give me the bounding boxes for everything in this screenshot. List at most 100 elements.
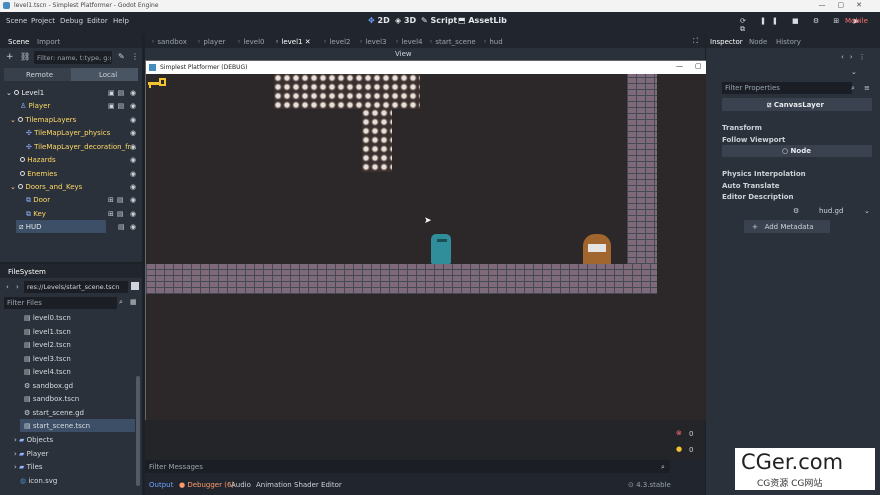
tab-start-scene[interactable]: ◦ start_scene (429, 38, 476, 46)
workspace-3d-button[interactable]: ◈ 3D (395, 16, 416, 25)
tab-inspector[interactable]: Inspector (710, 38, 743, 46)
prop-editor-description[interactable]: Editor Description (722, 193, 794, 201)
visibility-eye-icon[interactable]: ◉ (130, 210, 136, 218)
window-controls[interactable]: —▢✕ (819, 1, 874, 9)
visibility-eye-icon[interactable]: ◉ (130, 183, 136, 191)
tree-node-door[interactable]: ⧉ Door (26, 196, 50, 205)
menu-editor[interactable]: Editor (87, 17, 108, 25)
tab-level3[interactable]: ◦ level3 (359, 38, 386, 46)
remote-tab[interactable]: Remote (4, 68, 71, 81)
file-item[interactable]: ⚙ sandbox.gd (24, 382, 73, 390)
tab-filesystem[interactable]: FileSystem (8, 268, 46, 276)
tree-node-level1[interactable]: ⌄ Level1 (6, 89, 44, 97)
prop-transform[interactable]: Transform (722, 124, 762, 132)
node-badges-icon[interactable]: ⊞▤ (108, 196, 126, 204)
prop-physics-interpolation[interactable]: Physics Interpolation (722, 170, 806, 178)
menu-debug[interactable]: Debug (60, 17, 83, 25)
tree-node-hazards[interactable]: Hazards (20, 156, 56, 164)
script-value[interactable]: hud.gd (819, 207, 843, 215)
inspector-search-input[interactable]: Filter Properties (722, 82, 852, 94)
renderer-select[interactable]: Mobile (845, 17, 868, 25)
file-item[interactable]: ▤ level4.tscn (24, 368, 71, 376)
node-badges-icon[interactable]: ▤ (118, 223, 128, 231)
workspace-2d-button[interactable]: ✥ 2D (368, 16, 390, 25)
tab-import[interactable]: Import (37, 38, 60, 46)
folder-item[interactable]: › ▰ Objects (14, 436, 53, 444)
distraction-free-icon[interactable]: ⛶ (693, 37, 698, 46)
node-badges-icon[interactable]: ▣▤ (108, 89, 127, 97)
visibility-eye-icon[interactable]: ◉ (130, 143, 136, 151)
add-node-icon[interactable]: + (6, 52, 14, 62)
tab-scene[interactable]: Scene (8, 38, 29, 46)
tab-output[interactable]: Output (149, 481, 173, 489)
more-options-icon[interactable]: ⋮ (131, 52, 139, 61)
visibility-eye-icon[interactable]: ◉ (130, 170, 136, 178)
visibility-eye-icon[interactable]: ◉ (130, 129, 136, 137)
file-item[interactable]: ⚙ start_scene.gd (24, 409, 84, 417)
toolbar-view-menu[interactable]: View (395, 50, 412, 58)
visibility-eye-icon[interactable]: ◉ (130, 196, 136, 204)
forward-arrow-icon[interactable]: › (16, 283, 19, 291)
file-item[interactable]: ▤ level3.tscn (24, 355, 71, 363)
file-item[interactable]: ▤ level1.tscn (24, 328, 71, 336)
tab-level4[interactable]: ◦ level4 (395, 38, 422, 46)
filesystem-filter-input[interactable]: Filter Files (4, 297, 117, 309)
local-tab[interactable]: Local (71, 68, 138, 81)
node-badges-icon[interactable]: ▣▤ (108, 102, 127, 110)
tab-level1[interactable]: ◦ level1 ✕ (275, 38, 311, 46)
menu-scene[interactable]: Scene (6, 17, 27, 25)
tab-animation[interactable]: Animation (256, 481, 292, 489)
chevron-down-icon[interactable]: ⌄ (851, 68, 857, 76)
prop-auto-translate[interactable]: Auto Translate (722, 182, 780, 190)
link-icon[interactable]: ⛓ (20, 52, 30, 61)
scene-filter-input[interactable]: Filter: name, t:type, g:group (34, 51, 112, 64)
back-arrow-icon[interactable]: ‹ (6, 283, 9, 291)
sort-icon[interactable]: ▦ (130, 298, 137, 306)
tab-player[interactable]: ◦ player (197, 38, 225, 46)
tree-node-doors-and-keys[interactable]: ⌄ Doors_and_Keys (10, 183, 82, 191)
tree-node-player[interactable]: ♙ Player (20, 102, 50, 110)
file-item[interactable]: ▤ level0.tscn (24, 314, 71, 322)
file-item[interactable]: ▤ sandbox.tscn (24, 395, 79, 403)
workspace-script-button[interactable]: ✎ Script (421, 16, 457, 25)
visibility-eye-icon[interactable]: ◉ (130, 89, 136, 97)
visibility-eye-icon[interactable]: ◉ (130, 223, 136, 231)
filesystem-scrollbar[interactable] (136, 376, 140, 486)
tab-audio[interactable]: Audio (231, 481, 251, 489)
menu-project[interactable]: Project (31, 17, 55, 25)
split-view-icon[interactable] (131, 282, 139, 290)
game-view[interactable]: ➤ (146, 74, 734, 420)
menu-help[interactable]: Help (113, 17, 129, 25)
tree-node-key[interactable]: ⧉ Key (26, 210, 46, 219)
tree-node-enemies[interactable]: Enemies (20, 170, 57, 178)
tab-level2[interactable]: ◦ level2 (323, 38, 350, 46)
file-item[interactable]: ▤ level2.tscn (24, 341, 71, 349)
visibility-eye-icon[interactable]: ◉ (130, 116, 136, 124)
filter-messages-input[interactable]: Filter Messages (145, 460, 670, 473)
chevron-down-icon[interactable]: ⌄ (864, 207, 870, 215)
file-item[interactable]: ◍ icon.svg (20, 477, 57, 485)
folder-item[interactable]: › ▰ Tiles (14, 463, 43, 471)
tab-sandbox[interactable]: ◦ sandbox (151, 38, 187, 46)
filesystem-path[interactable]: res://Levels/start_scene.tscn (24, 281, 128, 293)
tab-level0[interactable]: ◦ level0 (237, 38, 264, 46)
tab-debugger[interactable]: ● Debugger (6) (179, 481, 234, 489)
prop-follow-viewport[interactable]: Follow Viewport (722, 136, 785, 144)
tab-history[interactable]: History (776, 38, 801, 46)
tree-node-tilemap-decoration[interactable]: ✣ TileMapLayer_decoration_fr... (26, 143, 137, 151)
node-badges-icon[interactable]: ⊞▤ (108, 210, 126, 218)
workspace-assetlib-button[interactable]: ⬒ AssetLib (458, 16, 507, 25)
folder-item[interactable]: › ▰ Player (14, 450, 48, 458)
tree-node-hud-selected[interactable]: ⧄ HUD (16, 220, 106, 233)
attach-script-icon[interactable]: ✎ (118, 52, 125, 61)
visibility-eye-icon[interactable]: ◉ (130, 102, 136, 110)
tree-node-tilemaplayers[interactable]: ⌄ TilemapLayers (10, 116, 76, 124)
tree-node-tilemap-physics[interactable]: ✣ TileMapLayer_physics (26, 129, 110, 137)
history-nav-icons[interactable]: ‹›⋮ (841, 53, 872, 61)
file-item-selected[interactable]: ▤ start_scene.tscn (20, 419, 135, 432)
settings-icon[interactable]: ≡ (864, 84, 870, 92)
tab-shader-editor[interactable]: Shader Editor (294, 481, 342, 489)
add-metadata-button[interactable]: + Add Metadata (744, 220, 830, 233)
tab-hud[interactable]: ◦ hud (483, 38, 503, 46)
visibility-eye-icon[interactable]: ◉ (130, 156, 136, 164)
